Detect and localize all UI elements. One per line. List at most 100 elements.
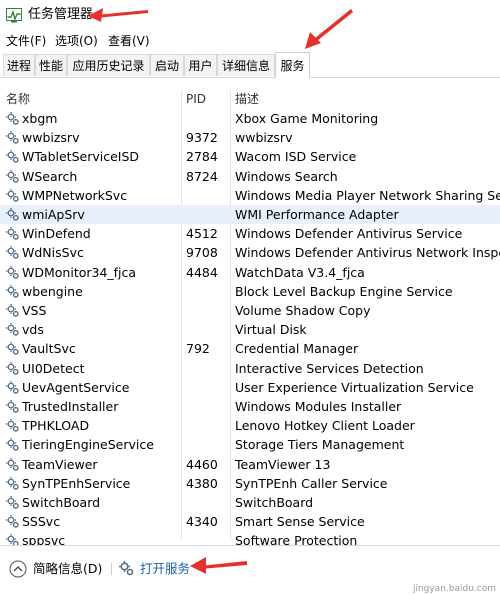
service-row[interactable]: vds Virtual Disk xyxy=(0,320,500,339)
tab-users[interactable]: 用户 xyxy=(184,54,217,76)
service-pid: 4460 xyxy=(186,456,218,472)
gear-icon xyxy=(5,149,20,164)
menu-bar: 文件(F) 选项(O) 查看(V) xyxy=(0,30,500,52)
service-name: WMPNetworkSvc xyxy=(22,187,128,203)
service-row[interactable]: SynTPEnhService 4380 SynTPEnh Caller Servi… xyxy=(0,474,500,493)
gear-icon xyxy=(5,418,20,433)
service-name: TrustedInstaller xyxy=(22,399,119,414)
service-description: User Experience Virtualization Service xyxy=(235,379,474,395)
service-description: Smart Sense Service xyxy=(235,514,365,530)
service-pid: 4340 xyxy=(186,514,218,530)
service-row[interactable]: SwitchBoard SwitchBoard xyxy=(0,493,500,512)
tab-processes[interactable]: 进程 xyxy=(3,54,35,76)
gear-icon xyxy=(5,476,20,491)
service-row[interactable]: UI0Detect Interactive Services Detection xyxy=(0,359,500,378)
task-manager-icon xyxy=(6,8,22,23)
service-row[interactable]: wmiApSrv WMI Performance Adapter xyxy=(0,205,500,224)
gear-icon xyxy=(5,130,20,145)
service-pid: 792 xyxy=(186,341,210,357)
menu-file[interactable]: 文件(F) xyxy=(6,33,46,49)
tab-services[interactable]: 服务 xyxy=(275,52,310,78)
service-row[interactable]: TPHKLOAD Lenovo Hotkey Client Loader xyxy=(0,416,500,435)
service-pid: 9372 xyxy=(186,130,218,146)
service-description: Lenovo Hotkey Client Loader xyxy=(235,418,415,434)
service-row[interactable]: WTabletServiceISD 2784 Wacom ISD Service xyxy=(0,147,500,166)
chevron-up-circle-icon[interactable] xyxy=(9,560,27,578)
column-header-description[interactable]: 描述 xyxy=(235,92,259,106)
footer-separator xyxy=(111,563,112,575)
gear-icon xyxy=(5,245,20,260)
service-pid: 4512 xyxy=(186,226,218,242)
gear-icon xyxy=(5,226,20,241)
service-name: xbgm xyxy=(22,111,58,126)
tab-details[interactable]: 详细信息 xyxy=(217,54,275,76)
service-pid: 9708 xyxy=(186,245,218,261)
tab-startup[interactable]: 启动 xyxy=(150,54,184,76)
service-description: SynTPEnh Caller Service xyxy=(235,475,388,491)
column-header-row: 名称 PID 描述 xyxy=(0,90,500,108)
service-description: Windows Defender Antivirus Network Inspe… xyxy=(235,245,500,261)
gear-icon xyxy=(5,322,20,337)
service-name: vds xyxy=(22,322,44,338)
service-name: WSearch xyxy=(22,168,78,184)
service-row[interactable]: SSSvc 4340 Smart Sense Service xyxy=(0,512,500,531)
service-row[interactable]: WSearch 8724 Windows Search xyxy=(0,167,500,186)
service-description: Virtual Disk xyxy=(235,322,307,338)
service-row[interactable]: UevAgentService User Experience Virtualiz… xyxy=(0,378,500,397)
service-description: SwitchBoard xyxy=(235,495,314,510)
gear-icon xyxy=(5,495,20,510)
gear-icon xyxy=(5,361,20,376)
service-name: SSSvc xyxy=(22,514,61,530)
tab-performance[interactable]: 性能 xyxy=(35,54,67,76)
gear-icon xyxy=(5,380,20,395)
service-name: WDMonitor34_fjca xyxy=(22,264,137,280)
gear-icon xyxy=(5,188,20,203)
gear-icon xyxy=(5,399,20,414)
service-name: SynTPEnhService xyxy=(22,475,131,491)
menu-options[interactable]: 选项(O) xyxy=(55,33,98,49)
service-row[interactable]: sppsvc Software Protection xyxy=(0,531,500,545)
service-name: SwitchBoard xyxy=(22,495,101,510)
gear-icon xyxy=(5,207,20,222)
service-row[interactable]: VaultSvc 792 Credential Manager xyxy=(0,339,500,358)
service-description: Software Protection xyxy=(235,533,358,545)
service-name: wbengine xyxy=(22,283,83,299)
service-description: Windows Search xyxy=(235,168,338,184)
column-header-name[interactable]: 名称 xyxy=(6,92,30,106)
service-name: WTabletServiceISD xyxy=(22,149,140,165)
service-name: WinDefend xyxy=(22,226,91,242)
service-row[interactable]: WdNisSvc 9708 Windows Defender Antivirus N… xyxy=(0,243,500,262)
service-row[interactable]: VSS Volume Shadow Copy xyxy=(0,301,500,320)
services-list: xbgm Xbox Game Monitoring wwbizsrv 9372 wwbi… xyxy=(0,109,500,545)
service-row[interactable]: WDMonitor34_fjca 4484 WatchData V3.4_fjca xyxy=(0,263,500,282)
service-row[interactable]: WinDefend 4512 Windows Defender Antivirus … xyxy=(0,224,500,243)
service-row[interactable]: wbengine Block Level Backup Engine Servic… xyxy=(0,282,500,301)
service-description: WMI Performance Adapter xyxy=(235,207,399,222)
service-row[interactable]: TrustedInstaller Windows Modules Installe… xyxy=(0,397,500,416)
service-row[interactable]: TeamViewer 4460 TeamViewer 13 xyxy=(0,455,500,474)
services-gear-icon[interactable] xyxy=(118,560,135,577)
service-row[interactable]: wwbizsrv 9372 wwbizsrv xyxy=(0,128,500,147)
service-description: WatchData V3.4_fjca xyxy=(235,264,365,280)
service-pid: 2784 xyxy=(186,149,218,165)
service-pid: 4380 xyxy=(186,475,218,491)
service-row[interactable]: WMPNetworkSvc Windows Media Player Networ… xyxy=(0,186,500,205)
service-description: TeamViewer 13 xyxy=(235,456,331,472)
service-row[interactable]: TieringEngineService Storage Tiers Manage… xyxy=(0,435,500,454)
fewer-details-button[interactable]: 简略信息(D) xyxy=(33,561,102,577)
service-name: wwbizsrv xyxy=(22,130,80,146)
gear-icon xyxy=(5,111,20,126)
service-row[interactable]: xbgm Xbox Game Monitoring xyxy=(0,109,500,128)
service-description: Interactive Services Detection xyxy=(235,360,424,376)
gear-icon xyxy=(5,265,20,280)
tab-app-history[interactable]: 应用历史记录 xyxy=(67,54,150,76)
column-header-pid[interactable]: PID xyxy=(186,92,206,106)
service-name: wmiApSrv xyxy=(22,207,85,222)
gear-icon xyxy=(5,514,20,529)
service-description: Wacom ISD Service xyxy=(235,149,357,165)
open-services-link[interactable]: 打开服务 xyxy=(140,561,190,577)
menu-view[interactable]: 查看(V) xyxy=(108,33,150,49)
watermark: jingyan.baidu.com xyxy=(412,584,496,594)
service-description: Block Level Backup Engine Service xyxy=(235,283,453,299)
gear-icon xyxy=(5,457,20,472)
